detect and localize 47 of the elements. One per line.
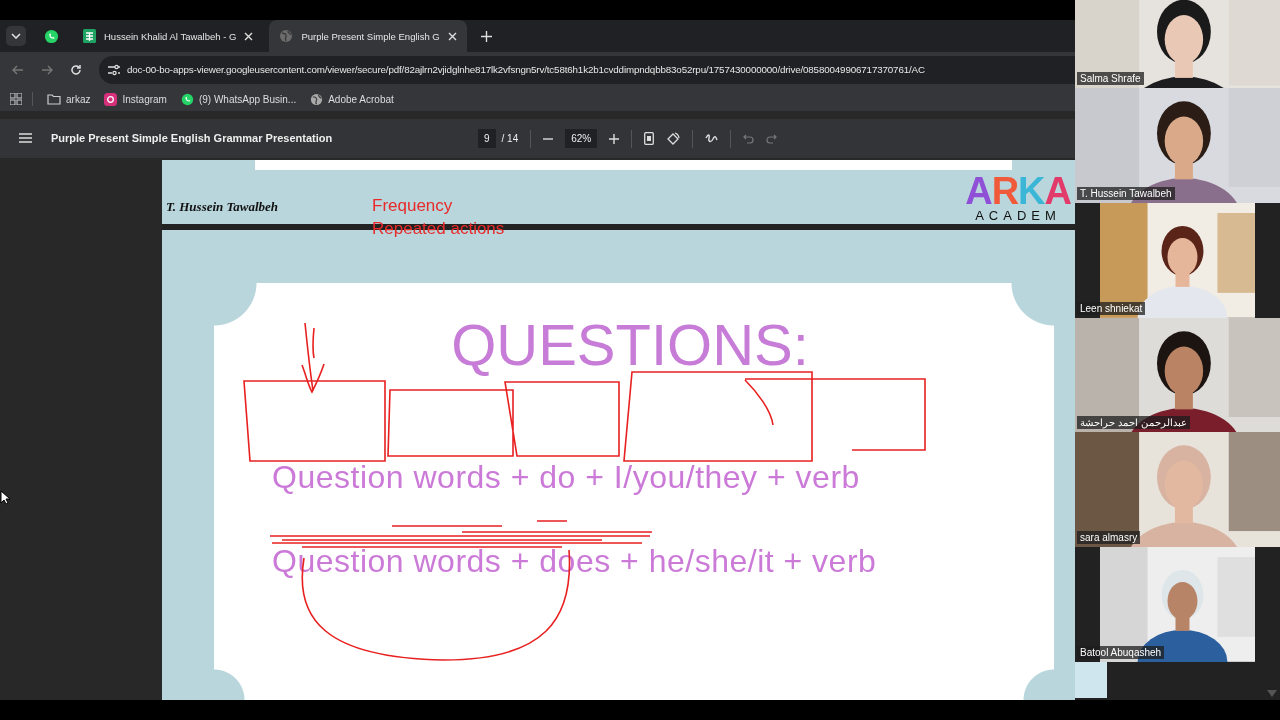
bookmark[interactable]: (9) WhatsApp Busin...	[180, 92, 297, 106]
camera-icon	[104, 92, 118, 106]
spreadsheet-icon	[83, 29, 96, 43]
slide-heading: QUESTIONS:	[451, 311, 809, 379]
participant-name: sara almasry	[1077, 531, 1141, 545]
document-title: Purple Present Simple English Grammar Presentation	[51, 132, 333, 145]
page-total: / 14	[501, 133, 519, 145]
close-icon[interactable]	[244, 31, 254, 41]
bookmark[interactable]: arkaz	[47, 93, 91, 105]
annotate-icon[interactable]	[705, 132, 719, 145]
fit-page-icon[interactable]	[644, 132, 655, 146]
bookmark[interactable]: Instagram	[104, 92, 167, 106]
folder-icon	[47, 93, 61, 105]
chat-app-icon	[180, 92, 194, 106]
undo-icon[interactable]	[743, 133, 755, 144]
globe-icon	[310, 92, 324, 106]
participant-name: عبدالرحمن احمد حراحشة	[1077, 416, 1190, 430]
close-icon[interactable]	[447, 31, 457, 41]
mouse-cursor-icon	[0, 490, 10, 505]
site-settings-icon[interactable]	[107, 63, 121, 76]
note-text: Frequency	[372, 195, 454, 217]
back-icon[interactable]	[12, 63, 24, 76]
globe-icon	[279, 29, 294, 43]
address-field[interactable]: doc-00-bo-apps-viewer.googleusercontent.com/viewer/secure/pdf/82ajlrn2vjidglnhe817lk2vfsngn5rv/tc58t6h1k2b1cvddimpndqbb83o52rpu/1757430000000/drive/08580049906717370761/AC	[99, 55, 1075, 84]
zoom-in-icon[interactable]	[609, 133, 620, 144]
apps-grid-icon[interactable]	[10, 93, 22, 106]
new-tab-icon[interactable]	[480, 30, 492, 42]
zoom-field[interactable]: 62%	[565, 129, 598, 149]
grammar-rule: Question words + do + I/you/they + verb	[272, 459, 860, 496]
preview-tile	[1075, 662, 1107, 698]
caret-icon	[11, 33, 21, 39]
participant-name: Leen shniekat	[1077, 301, 1146, 315]
reload-icon[interactable]	[70, 63, 82, 76]
chat-app-icon[interactable]	[44, 28, 59, 44]
bookmark[interactable]: Adobe Acrobat	[310, 92, 394, 106]
forward-icon[interactable]	[41, 63, 53, 76]
participant-name: Batool Abuqasheh	[1077, 646, 1165, 659]
page-number-field[interactable]: 9	[478, 129, 496, 149]
tab-search-button[interactable]	[6, 26, 26, 46]
redo-icon[interactable]	[766, 133, 778, 144]
author-name: T. Hussein Tawalbeh	[166, 199, 280, 215]
logo-wordmark: ARKA	[965, 174, 1071, 208]
browser-tab[interactable]: Purple Present Simple English G	[269, 20, 467, 52]
logo-subtitle: ACADEM	[975, 208, 1061, 223]
browser-tab[interactable]: Hussein Khalid Al Tawalbeh - G	[73, 20, 264, 52]
menu-icon[interactable]	[19, 133, 32, 144]
rotate-icon[interactable]	[666, 131, 681, 146]
